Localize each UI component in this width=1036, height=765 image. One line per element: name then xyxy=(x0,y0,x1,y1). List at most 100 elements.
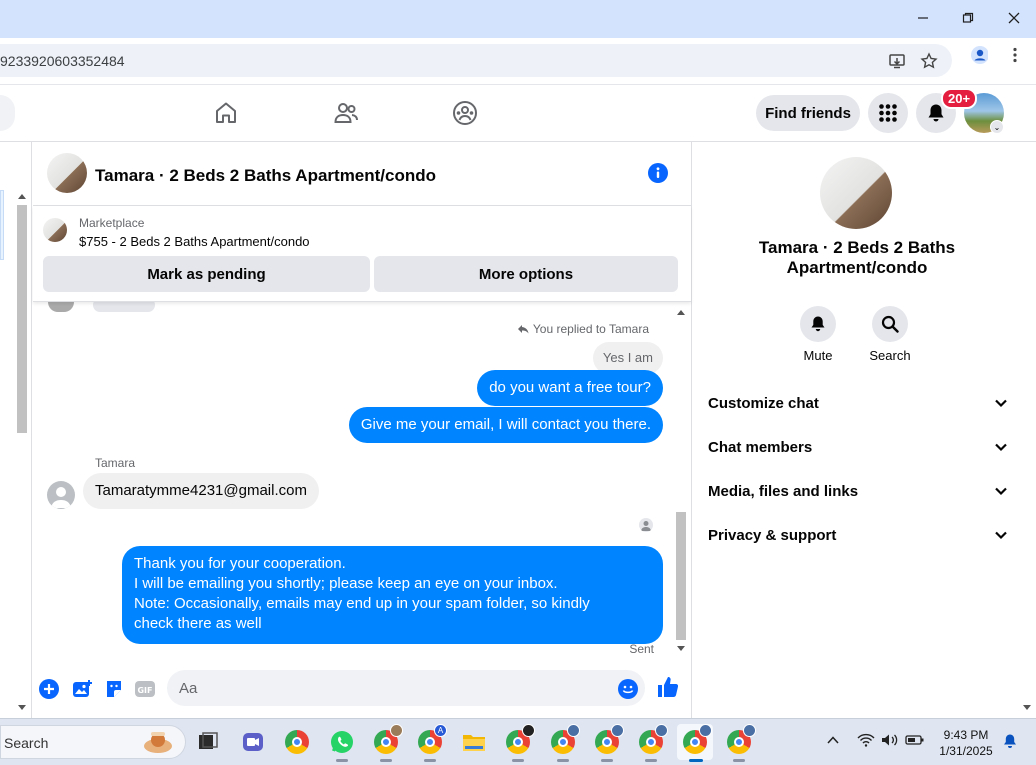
sender-avatar[interactable] xyxy=(47,481,75,509)
incoming-message[interactable]: Tamaratymme4231@gmail.com xyxy=(83,473,319,509)
message-status: Sent xyxy=(629,642,654,656)
avatar xyxy=(48,302,74,312)
system-clock[interactable]: 9:43 PM 1/31/2025 xyxy=(930,727,1002,759)
chrome-profile-icon[interactable]: A xyxy=(416,724,447,762)
chat-title[interactable]: Tamara · 2 Beds 2 Baths Apartment/condo xyxy=(95,166,436,186)
add-more-icon[interactable] xyxy=(38,678,60,700)
chevron-down-icon xyxy=(995,443,1007,452)
chrome-profile-icon[interactable] xyxy=(725,724,756,762)
mute-action[interactable]: Mute xyxy=(788,306,848,363)
reply-arrow-icon xyxy=(517,325,529,334)
scroll-down-icon[interactable] xyxy=(676,645,686,653)
scroll-down-icon[interactable] xyxy=(1022,704,1032,712)
sidebar-scrollbar-thumb[interactable] xyxy=(17,205,27,433)
running-indicator xyxy=(645,759,657,762)
facebook-search-field[interactable] xyxy=(0,95,15,131)
chrome-profile-icon[interactable] xyxy=(372,724,403,762)
notification-bell-icon[interactable] xyxy=(1002,733,1018,751)
reply-indicator: You replied to Tamara xyxy=(517,322,649,336)
media-files-links-section[interactable]: Media, files and links xyxy=(708,479,1008,503)
emoji-icon[interactable] xyxy=(617,678,639,700)
outgoing-message[interactable]: do you want a free tour? xyxy=(477,370,663,406)
search-action[interactable]: Search xyxy=(860,306,920,363)
marketplace-listing-card: Marketplace $755 - 2 Beds 2 Baths Apartm… xyxy=(33,206,691,302)
customize-chat-section[interactable]: Customize chat xyxy=(708,391,1008,415)
conversation-details-panel: Tamara · 2 Beds 2 Baths Apartment/condo … xyxy=(691,142,1036,718)
chat-header: Tamara · 2 Beds 2 Baths Apartment/condo xyxy=(33,142,691,206)
conversation-name: Tamara · 2 Beds 2 Baths Apartment/condo xyxy=(758,238,956,277)
chevron-down-icon xyxy=(995,399,1007,408)
info-icon[interactable] xyxy=(648,163,668,183)
whatsapp-icon[interactable] xyxy=(328,728,356,762)
find-friends-button[interactable]: Find friends xyxy=(756,95,860,131)
selected-chat-indicator xyxy=(0,190,4,260)
sticker-icon[interactable] xyxy=(103,678,125,700)
chevron-up-icon[interactable] xyxy=(826,733,840,747)
close-icon xyxy=(1008,12,1020,24)
chrome-icon[interactable] xyxy=(283,728,311,756)
chevron-down-icon xyxy=(995,487,1007,496)
chat-list-sidebar xyxy=(0,142,32,718)
meet-app-icon[interactable] xyxy=(239,728,267,756)
chrome-active-icon[interactable] xyxy=(677,724,713,762)
wifi-icon[interactable] xyxy=(857,733,875,747)
url-text: 9233920603352484 xyxy=(0,53,125,69)
sender-name: Tamara xyxy=(95,456,136,470)
message-input[interactable] xyxy=(167,670,645,706)
minimize-button[interactable] xyxy=(908,4,938,32)
task-view-icon[interactable] xyxy=(194,728,222,756)
notification-count-badge: 20+ xyxy=(941,88,978,109)
running-indicator xyxy=(380,759,392,762)
friends-icon[interactable] xyxy=(332,99,360,127)
search-highlight-icon xyxy=(144,732,172,753)
outgoing-message[interactable]: Give me your email, I will contact you t… xyxy=(348,407,663,443)
running-indicator xyxy=(424,759,436,762)
scroll-up-icon[interactable] xyxy=(676,308,686,316)
chat-members-section[interactable]: Chat members xyxy=(708,435,1008,459)
close-window-button[interactable] xyxy=(999,4,1029,32)
gif-icon[interactable]: GIF xyxy=(134,678,156,700)
more-options-button[interactable]: More options xyxy=(374,256,678,292)
volume-icon[interactable] xyxy=(881,733,899,747)
address-bar-row: 9233920603352484 xyxy=(0,38,1036,85)
privacy-support-section[interactable]: Privacy & support xyxy=(708,523,1008,547)
chevron-down-icon xyxy=(995,531,1007,540)
bookmark-star-icon[interactable] xyxy=(920,52,938,70)
chrome-profile-icon[interactable] xyxy=(637,724,668,762)
conversation-avatar[interactable] xyxy=(820,157,892,229)
listing-thumbnail[interactable] xyxy=(43,218,67,242)
chrome-profile-icon[interactable] xyxy=(504,724,535,762)
message-bubble xyxy=(93,302,155,312)
omnibox[interactable]: 9233920603352484 xyxy=(0,44,952,77)
install-app-icon[interactable] xyxy=(888,52,906,70)
home-icon[interactable] xyxy=(212,99,240,127)
attach-photo-icon[interactable] xyxy=(71,678,93,700)
outgoing-message[interactable]: Thank you for your cooperation. I will b… xyxy=(122,546,663,644)
chrome-profile-icon[interactable] xyxy=(593,724,624,762)
user-icon xyxy=(641,521,651,531)
groups-icon[interactable] xyxy=(451,99,479,127)
browser-menu-icon[interactable] xyxy=(1006,46,1024,64)
running-indicator xyxy=(336,759,348,762)
listing-title[interactable]: $755 - 2 Beds 2 Baths Apartment/condo xyxy=(79,234,310,249)
menu-button[interactable] xyxy=(868,93,908,133)
chat-avatar[interactable] xyxy=(47,153,87,193)
message-composer: GIF xyxy=(33,658,691,718)
browser-profile-icon[interactable] xyxy=(970,46,988,64)
file-explorer-icon[interactable] xyxy=(460,728,488,756)
search-icon xyxy=(881,315,899,333)
battery-icon[interactable] xyxy=(905,733,925,747)
default-user-icon xyxy=(51,487,71,508)
window-titlebar xyxy=(0,0,1036,38)
chrome-profile-icon[interactable] xyxy=(549,724,580,762)
chevron-down-icon[interactable]: ⌄ xyxy=(990,120,1004,134)
scroll-down-icon[interactable] xyxy=(17,704,27,712)
minimize-icon xyxy=(918,17,928,19)
mute-label: Mute xyxy=(803,348,833,363)
taskbar-search[interactable]: Search xyxy=(0,725,186,759)
like-thumb-icon[interactable] xyxy=(656,676,678,698)
restore-button[interactable] xyxy=(953,4,983,32)
scroll-up-icon[interactable] xyxy=(17,192,27,200)
thread-scrollbar-thumb[interactable] xyxy=(676,512,686,640)
mark-as-pending-button[interactable]: Mark as pending xyxy=(43,256,370,292)
